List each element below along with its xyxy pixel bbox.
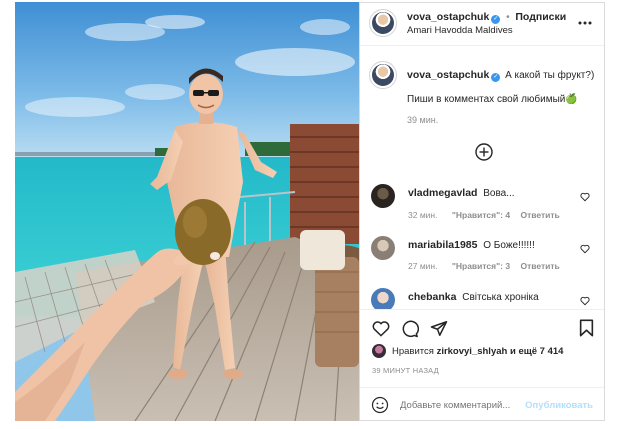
comment-text: Вова... <box>483 188 515 199</box>
author-avatar-image <box>372 12 394 34</box>
likes-prefix: Нравится <box>392 346 437 357</box>
following-button[interactable]: Подписки <box>515 11 566 23</box>
header-location[interactable]: Amari Havodda Maldives <box>407 25 513 36</box>
caption-avatar[interactable] <box>369 61 397 89</box>
comment-username[interactable]: chebanka <box>408 291 456 303</box>
comment-body: mariabila1985 О Боже!!!!!! <box>408 239 535 251</box>
more-options-icon[interactable] <box>578 17 592 28</box>
caption-verified-icon: ✓ <box>491 73 501 82</box>
comment-meta: 32 мин. "Нравится": 4 Ответить <box>408 210 560 220</box>
liker-avatar[interactable] <box>372 344 386 358</box>
caption-text-line1: А какой ты фрукт?) <box>505 70 595 81</box>
comment-item: vladmegavlad Вова... 32 мин. "Нравится":… <box>360 179 604 227</box>
save-button-icon[interactable] <box>579 319 594 340</box>
page-right-gutter <box>605 0 620 429</box>
caption-username[interactable]: vova_ostapchuk <box>407 69 489 81</box>
share-button-icon[interactable] <box>430 320 448 340</box>
comment-like-icon[interactable] <box>580 244 590 254</box>
comment-text: Світська хроніка <box>462 292 539 303</box>
comment-like-icon[interactable] <box>580 192 590 202</box>
like-button-icon[interactable] <box>372 320 390 340</box>
comment-input[interactable] <box>400 397 525 413</box>
header-username[interactable]: vova_ostapchuk <box>407 11 489 23</box>
emoji-picker-icon[interactable] <box>371 396 389 417</box>
author-avatar[interactable] <box>369 9 397 37</box>
caption-time[interactable]: 39 мин. <box>407 115 438 125</box>
comment-meta: 27 мин. "Нравится": 3 Ответить <box>408 261 560 271</box>
likes-user[interactable]: zirkovyi_shlyah <box>437 346 508 357</box>
comment-avatar[interactable] <box>371 184 395 208</box>
comment-username[interactable]: vladmegavlad <box>408 187 477 199</box>
comment-item: chebanka Світська хроніка <box>360 285 604 309</box>
comment-time[interactable]: 27 мин. <box>408 261 437 271</box>
likes-others[interactable]: и ещё 7 414 <box>507 346 564 357</box>
comment-reply-button[interactable]: Ответить <box>520 210 559 220</box>
comment-item: mariabila1985 О Боже!!!!!! 27 мин. "Нрав… <box>360 233 604 281</box>
verified-badge-icon: ✓ <box>491 15 501 24</box>
caption-line1: vova_ostapchuk ✓ А какой ты фрукт?) <box>407 69 594 82</box>
comment-text: О Боже!!!!!! <box>483 240 535 251</box>
post-photo-illustration <box>15 2 359 421</box>
caption-avatar-image <box>372 64 394 86</box>
post-actions-bar <box>360 309 604 345</box>
comment-like-icon[interactable] <box>580 296 590 306</box>
post-header: vova_ostapchuk ✓ • Подписки Amari Havodda… <box>360 3 604 46</box>
comment-likes[interactable]: "Нравится": 3 <box>452 261 510 271</box>
caption-text-line2: Пиши в комментах свой любимый🍏 <box>407 94 578 105</box>
post-photo[interactable] <box>15 2 359 421</box>
comment-time[interactable]: 32 мин. <box>408 210 437 220</box>
likes-summary: Нравится zirkovyi_shlyah и ещё 7 414 <box>392 346 563 357</box>
left-margin <box>0 0 15 429</box>
instagram-post-modal: vova_ostapchuk ✓ • Подписки Amari Havodda… <box>0 0 620 429</box>
comment-reply-button[interactable]: Ответить <box>520 261 559 271</box>
post-details-panel: vova_ostapchuk ✓ • Подписки Amari Havodda… <box>359 2 605 421</box>
header-username-row: vova_ostapchuk ✓ • Подписки <box>407 11 566 24</box>
comment-avatar[interactable] <box>371 288 395 309</box>
publish-button[interactable]: Опубликовать <box>525 400 593 411</box>
comment-avatar[interactable] <box>371 236 395 260</box>
header-separator: • <box>506 12 510 23</box>
comment-likes[interactable]: "Нравится": 4 <box>452 210 510 220</box>
add-comment-bar: Опубликовать <box>360 387 604 421</box>
comment-body: chebanka Світська хроніка <box>408 291 539 303</box>
comment-button-icon[interactable] <box>401 320 419 341</box>
load-more-comments-icon[interactable] <box>475 143 493 164</box>
comment-username[interactable]: mariabila1985 <box>408 239 477 251</box>
comment-body: vladmegavlad Вова... <box>408 187 515 199</box>
post-timestamp[interactable]: 39 МИНУТ НАЗАД <box>372 366 439 375</box>
